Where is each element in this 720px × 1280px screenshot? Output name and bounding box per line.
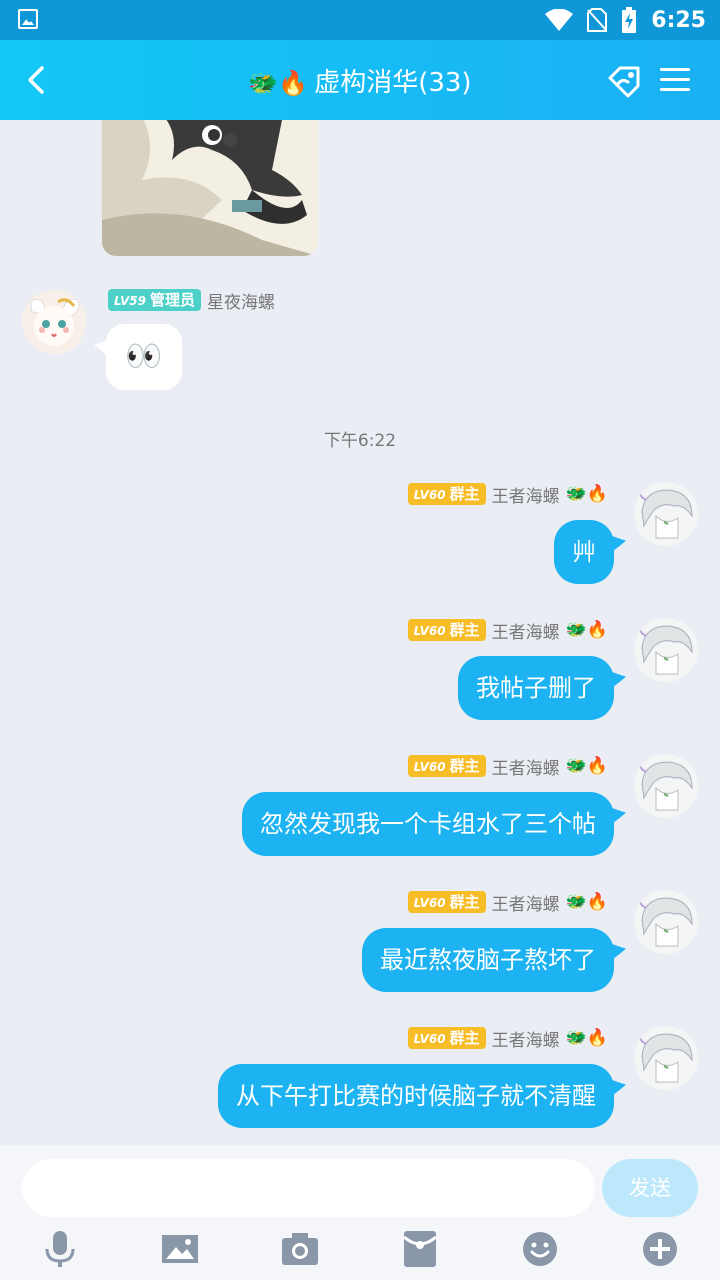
message-bubble[interactable]: 艸 xyxy=(554,520,614,584)
sender-name: 王者海螺 xyxy=(491,1030,560,1051)
title-emojis: 🐲🔥 xyxy=(565,1028,608,1048)
gallery-notification-icon xyxy=(18,9,38,29)
message-meta: LV60 群主 王者海螺 🐲🔥 xyxy=(407,889,608,915)
send-button[interactable]: 发送 xyxy=(602,1159,698,1217)
avatar-white-hair-image xyxy=(634,618,698,682)
clock: 6:25 xyxy=(651,7,706,33)
chat-list[interactable]: LV59管理员 星夜海螺 👀 下午6:22 LV60群主 王者海螺 🐲🔥 艸 xyxy=(0,120,720,1145)
microphone-icon[interactable] xyxy=(40,1229,80,1269)
group-name: 虚构消华(33) xyxy=(314,68,472,98)
level-badge: LV59 管理员 xyxy=(108,289,201,311)
no-sim-icon xyxy=(587,8,608,32)
bubble-tail xyxy=(612,536,626,552)
bubble-tail xyxy=(612,1080,626,1096)
timestamp: 下午6:22 xyxy=(323,431,397,451)
header: 🐲🔥 虚构消华(33) xyxy=(0,40,720,120)
avatar-white-hair-image xyxy=(634,754,698,818)
title-emojis: 🐲🔥 xyxy=(565,756,608,776)
title-emojis: 🐲🔥 xyxy=(565,484,608,504)
bubble-tail xyxy=(612,944,626,960)
message-meta: LV59 管理员 星夜海螺 xyxy=(108,287,275,313)
avatar-bunny-image xyxy=(22,290,86,354)
battery-charging-icon xyxy=(622,7,637,33)
anime-illustration xyxy=(102,120,318,256)
red-packet-icon[interactable] xyxy=(400,1229,440,1269)
emoji-icon[interactable] xyxy=(520,1229,560,1269)
level-badge: LV60 群主 xyxy=(407,891,486,913)
avatar-white-hair-image xyxy=(634,1026,698,1090)
avatar-self[interactable] xyxy=(634,1026,698,1090)
sender-name: 星夜海螺 xyxy=(207,292,275,313)
level-badge: LV60 群主 xyxy=(407,755,486,777)
message-bubble[interactable]: 我帖子删了 xyxy=(458,656,614,720)
message-meta: LV60 群主 王者海螺 🐲🔥 xyxy=(407,617,608,643)
sender-name: 王者海螺 xyxy=(491,622,560,643)
message-meta: LV60 群主 王者海螺 🐲🔥 xyxy=(407,753,608,779)
message-bubble[interactable]: 最近熬夜脑子熬坏了 xyxy=(362,928,614,992)
wifi-icon xyxy=(545,9,574,31)
input-toolbar xyxy=(0,1229,720,1273)
avatar-self[interactable] xyxy=(634,890,698,954)
level-badge: LV60 群主 xyxy=(407,483,486,505)
message-bubble[interactable]: 从下午打比赛的时候脑子就不清醒 xyxy=(218,1064,614,1128)
avatar-self[interactable] xyxy=(634,482,698,546)
sender-name: 王者海螺 xyxy=(491,894,560,915)
message-meta: LV60 群主 王者海螺 🐲🔥 xyxy=(407,481,608,507)
avatar-white-hair-image xyxy=(634,482,698,546)
title-emojis: 🐲🔥 xyxy=(565,892,608,912)
image-icon[interactable] xyxy=(160,1229,200,1269)
input-bar: 发送 xyxy=(0,1145,720,1280)
avatar-self[interactable] xyxy=(634,754,698,818)
camera-icon[interactable] xyxy=(280,1229,320,1269)
bubble-tail xyxy=(612,808,626,824)
message-bubble[interactable]: 忽然发现我一个卡组水了三个帖 xyxy=(242,792,614,856)
level-badge: LV60 群主 xyxy=(407,619,486,641)
level-badge: LV60 群主 xyxy=(407,1027,486,1049)
image-message[interactable] xyxy=(102,120,318,256)
avatar[interactable] xyxy=(22,290,86,354)
message-input[interactable] xyxy=(22,1159,595,1217)
title-emojis: 🐲🔥 xyxy=(248,69,309,97)
link-tag-icon[interactable] xyxy=(604,60,644,100)
avatar-self[interactable] xyxy=(634,618,698,682)
sender-name: 王者海螺 xyxy=(491,758,560,779)
bubble-tail xyxy=(612,672,626,688)
sender-name: 王者海螺 xyxy=(491,486,560,507)
plus-icon[interactable] xyxy=(640,1229,680,1269)
title-emojis: 🐲🔥 xyxy=(565,620,608,640)
menu-icon[interactable] xyxy=(660,68,690,92)
avatar-white-hair-image xyxy=(634,890,698,954)
message-meta: LV60 群主 王者海螺 🐲🔥 xyxy=(407,1025,608,1051)
message-bubble[interactable]: 👀 xyxy=(106,324,182,390)
status-bar: 6:25 xyxy=(0,0,720,40)
